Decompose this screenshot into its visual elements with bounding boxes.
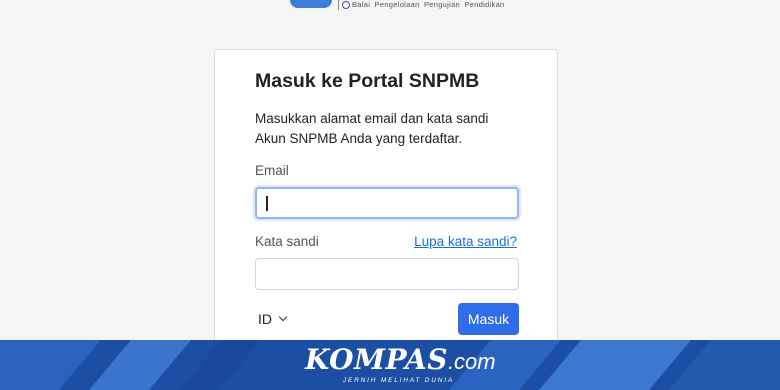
password-label: Kata sandi (255, 234, 319, 249)
logo-icon (290, 0, 332, 8)
email-field[interactable] (255, 187, 519, 219)
kompas-suffix: .com (447, 349, 496, 374)
password-field[interactable] (255, 258, 519, 290)
language-select[interactable]: ID (258, 311, 288, 327)
forgot-password-link[interactable]: Lupa kata sandi? (414, 234, 517, 249)
kompas-logo: KOMPAS.com (305, 343, 505, 376)
org-emblem-icon (342, 0, 350, 9)
logo-divider (338, 0, 339, 10)
text-caret (266, 196, 268, 211)
login-button[interactable]: Masuk (458, 303, 519, 335)
chevron-down-icon (278, 312, 288, 322)
org-logo: Balai Pengelolaan Pengujian Pendidikan (342, 0, 505, 9)
kompas-tagline: JERNIH MELIHAT DUNIA (343, 377, 454, 384)
header-logo: Balai Pengelolaan Pengujian Pendidikan (290, 0, 505, 14)
kompas-brand: KOMPAS (305, 343, 448, 376)
email-label: Email (255, 163, 289, 178)
org-name: Balai Pengelolaan Pengujian Pendidikan (352, 0, 505, 9)
page-title: Masuk ke Portal SNPMB (255, 70, 480, 92)
login-description: Masukkan alamat email dan kata sandi Aku… (255, 111, 489, 146)
language-value: ID (258, 311, 272, 327)
login-card: Masuk ke Portal SNPMB Masukkan alamat em… (214, 49, 558, 349)
